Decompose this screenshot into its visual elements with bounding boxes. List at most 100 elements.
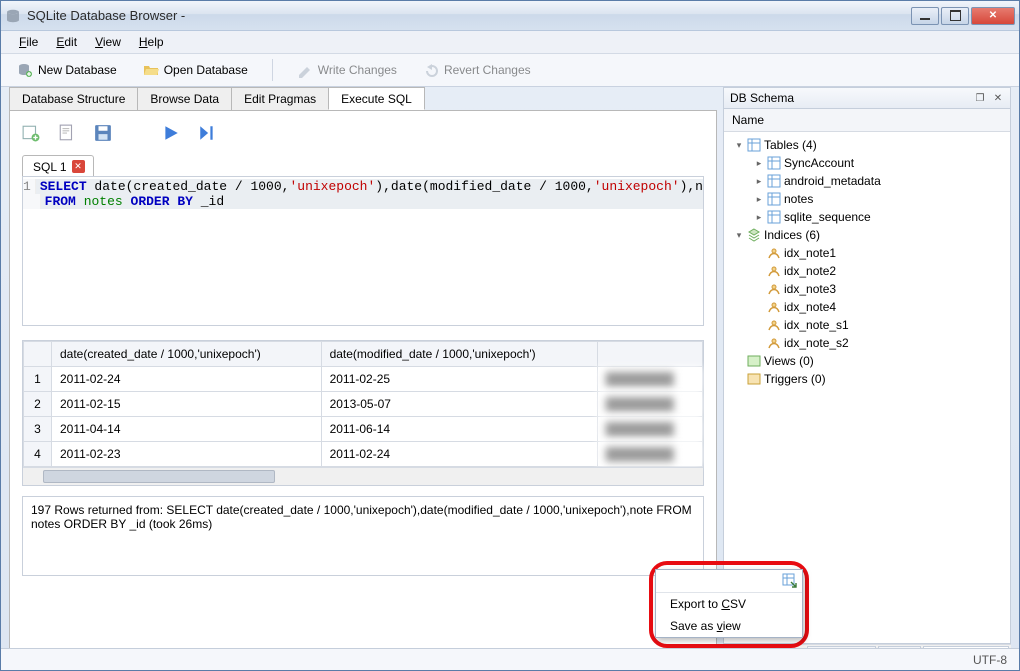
cell-created[interactable]: 2011-02-24 — [52, 367, 322, 392]
export-indicator-icon[interactable] — [782, 573, 798, 589]
close-panel-icon[interactable]: ✕ — [992, 92, 1004, 104]
cell-created[interactable]: 2011-02-23 — [52, 442, 322, 467]
tree-table-item[interactable]: ▸ android_metadata — [726, 172, 1008, 190]
tree-table-item[interactable]: ▸notes — [726, 190, 1008, 208]
close-button[interactable] — [971, 7, 1015, 25]
expand-icon[interactable]: ▸ — [754, 212, 764, 223]
results-table[interactable]: date(created_date / 1000,'unixepoch') da… — [22, 340, 704, 486]
tree-column-header[interactable]: Name — [724, 109, 1010, 132]
write-icon — [297, 62, 313, 78]
export-to-csv-menuitem[interactable]: Export to CSV — [656, 593, 802, 615]
revert-changes-label: Revert Changes — [444, 63, 531, 77]
views-icon — [747, 354, 761, 368]
cell-modified[interactable]: 2013-05-07 — [321, 392, 597, 417]
table-row[interactable]: 42011-02-232011-02-24████████ — [24, 442, 703, 467]
expand-icon[interactable]: ▸ — [754, 158, 764, 169]
row-number: 1 — [24, 367, 52, 392]
triggers-icon — [747, 372, 761, 386]
tree-index-item[interactable]: idx_note1 — [726, 244, 1008, 262]
table-row[interactable]: 32011-04-142011-06-14████████ — [24, 417, 703, 442]
tree-table-item[interactable]: ▸SyncAccount — [726, 154, 1008, 172]
new-sql-tab-icon[interactable] — [22, 124, 40, 142]
tab-execute-sql[interactable]: Execute SQL — [328, 87, 425, 110]
tree-item-label: android_metadata — [784, 174, 881, 188]
index-icon — [767, 318, 781, 332]
new-database-label: New Database — [38, 63, 117, 77]
tree-item-label: idx_note3 — [784, 282, 836, 296]
expand-icon[interactable]: ▸ — [754, 176, 764, 187]
sql-tab-label: SQL 1 — [33, 160, 67, 174]
tab-edit-pragmas[interactable]: Edit Pragmas — [231, 87, 329, 110]
query-status-box: 197 Rows returned from: SELECT date(crea… — [22, 496, 704, 576]
tab-database-structure[interactable]: Database Structure — [9, 87, 138, 110]
open-db-icon — [143, 62, 159, 78]
maximize-button[interactable] — [941, 7, 969, 25]
sql-tab-1[interactable]: SQL 1 ✕ — [22, 155, 94, 177]
cell-note[interactable]: ████████ — [597, 367, 702, 392]
cell-created[interactable]: 2011-02-15 — [52, 392, 322, 417]
index-icon — [767, 336, 781, 350]
menu-edit[interactable]: Edit — [48, 33, 85, 51]
run-sql-icon[interactable] — [162, 124, 180, 142]
sql-editor[interactable]: 1SELECT date(created_date / 1000,'unixep… — [22, 176, 704, 326]
tree-item-label: idx_note_s1 — [784, 318, 849, 332]
tree-tables-node[interactable]: ▾ Tables (4) — [726, 136, 1008, 154]
row-number: 3 — [24, 417, 52, 442]
open-database-button[interactable]: Open Database — [137, 59, 254, 81]
results-header-2[interactable]: date(modified_date / 1000,'unixepoch') — [321, 342, 597, 367]
results-header-3[interactable] — [597, 342, 702, 367]
sql-toolbar — [22, 121, 704, 145]
db-schema-panel-title: DB Schema ❐ ✕ — [723, 87, 1011, 109]
app-icon — [5, 8, 21, 24]
minimize-button[interactable] — [911, 7, 939, 25]
open-sql-file-icon[interactable] — [58, 124, 76, 142]
row-number: 4 — [24, 442, 52, 467]
undock-icon[interactable]: ❐ — [974, 92, 986, 104]
table-icon — [767, 210, 781, 224]
cell-note[interactable]: ████████ — [597, 392, 702, 417]
tree-index-item[interactable]: idx_note_s1 — [726, 316, 1008, 334]
new-db-icon — [17, 62, 33, 78]
cell-modified[interactable]: 2011-06-14 — [321, 417, 597, 442]
tree-index-item[interactable]: idx_note2 — [726, 262, 1008, 280]
menu-help[interactable]: Help — [131, 33, 172, 51]
table-row[interactable]: 22011-02-152013-05-07████████ — [24, 392, 703, 417]
tree-indices-node[interactable]: ▾ Indices (6) — [726, 226, 1008, 244]
run-line-icon[interactable] — [198, 124, 216, 142]
tree-index-item[interactable]: idx_note3 — [726, 280, 1008, 298]
menu-file[interactable]: File — [11, 33, 46, 51]
save-as-view-menuitem[interactable]: Save as view — [656, 615, 802, 637]
results-horizontal-scrollbar[interactable] — [23, 467, 703, 485]
save-sql-icon[interactable] — [94, 124, 112, 142]
collapse-icon[interactable]: ▾ — [734, 140, 744, 151]
write-changes-button: Write Changes — [291, 59, 403, 81]
close-sql-tab-icon[interactable]: ✕ — [72, 160, 85, 173]
table-row[interactable]: 12011-02-242011-02-25████████ — [24, 367, 703, 392]
tree-table-item[interactable]: ▸sqlite_sequence — [726, 208, 1008, 226]
cell-created[interactable]: 2011-04-14 — [52, 417, 322, 442]
tree-tables-label: Tables (4) — [764, 138, 817, 152]
tree-views-node[interactable]: Views (0) — [726, 352, 1008, 370]
tree-index-item[interactable]: idx_note_s2 — [726, 334, 1008, 352]
results-header-1[interactable]: date(created_date / 1000,'unixepoch') — [52, 342, 322, 367]
expand-icon[interactable]: ▸ — [754, 194, 764, 205]
collapse-icon[interactable]: ▾ — [734, 230, 744, 241]
tree-triggers-node[interactable]: Triggers (0) — [726, 370, 1008, 388]
tree-views-label: Views (0) — [764, 354, 814, 368]
encoding-label: UTF-8 — [973, 653, 1007, 667]
cell-note[interactable]: ████████ — [597, 417, 702, 442]
toolbar-separator — [272, 59, 273, 81]
tab-browse-data[interactable]: Browse Data — [137, 87, 232, 110]
table-group-icon — [747, 138, 761, 152]
cell-modified[interactable]: 2011-02-24 — [321, 442, 597, 467]
cell-note[interactable]: ████████ — [597, 442, 702, 467]
table-icon — [767, 156, 781, 170]
new-database-button[interactable]: New Database — [11, 59, 123, 81]
tree-indices-label: Indices (6) — [764, 228, 820, 242]
tree-item-label: idx_note_s2 — [784, 336, 849, 350]
cell-modified[interactable]: 2011-02-25 — [321, 367, 597, 392]
menu-view[interactable]: View — [87, 33, 129, 51]
statusbar: UTF-8 — [1, 648, 1019, 670]
tree-index-item[interactable]: idx_note4 — [726, 298, 1008, 316]
table-icon — [767, 192, 781, 206]
